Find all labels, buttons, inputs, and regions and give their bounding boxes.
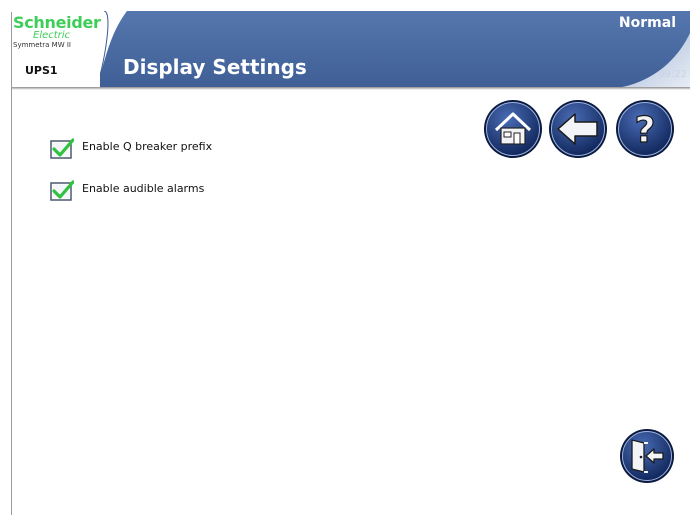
home-icon [484, 100, 542, 158]
screen: Schneider Electric Symmetra MW II UPS1 D… [0, 0, 690, 515]
clock: 09:22 [658, 69, 687, 80]
option-label: Enable Q breaker prefix [82, 140, 213, 153]
svg-text:?: ? [635, 110, 656, 151]
help-button[interactable]: ? [615, 99, 675, 159]
schneider-logo: Schneider Electric Symmetra MW II [13, 14, 103, 62]
page-title: Display Settings [123, 55, 307, 79]
back-button[interactable] [548, 99, 608, 159]
product-name: Symmetra MW II [13, 41, 71, 49]
device-name: UPS1 [25, 64, 58, 77]
header-divider [12, 87, 690, 90]
header-bar [12, 11, 690, 87]
logo-brand-sub: Electric [33, 30, 71, 41]
checkbox-audible-alarms[interactable] [50, 179, 74, 201]
exit-button[interactable] [617, 426, 677, 486]
option-label: Enable audible alarms [82, 182, 205, 195]
help-icon: ? [616, 100, 674, 158]
back-arrow-icon [549, 100, 607, 158]
status-text: Normal [618, 15, 676, 31]
exit-door-icon [620, 429, 674, 483]
checkbox-q-breaker-prefix[interactable] [50, 137, 74, 159]
home-button[interactable] [483, 99, 543, 159]
